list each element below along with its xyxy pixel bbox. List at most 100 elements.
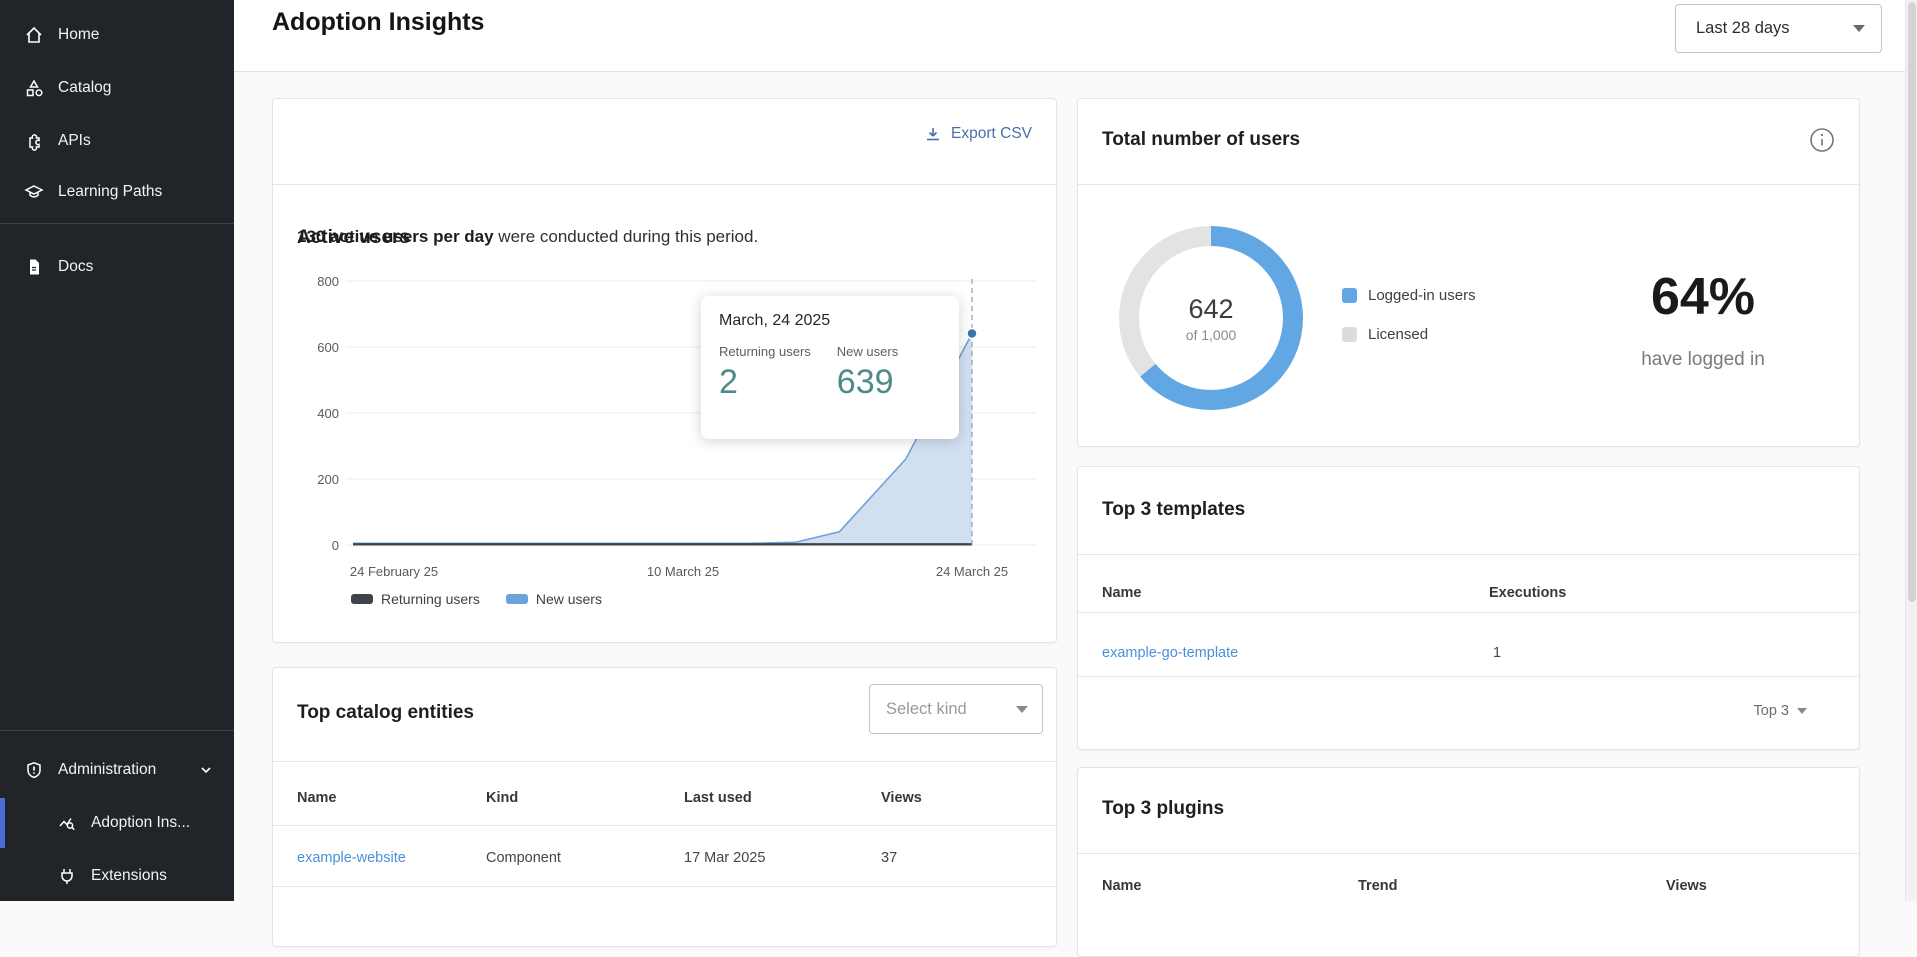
sidebar-item-catalog[interactable]: Catalog: [0, 66, 234, 110]
sidebar-item-label: Adoption Ins...: [91, 814, 190, 832]
chart-legend: Returning users New users: [351, 591, 602, 607]
table-divider: [1078, 676, 1859, 677]
kind-select[interactable]: Select kind: [869, 684, 1043, 734]
adoption-insights-icon: [57, 813, 77, 833]
tooltip-new-users: New users 639: [837, 344, 898, 402]
sidebar-item-home[interactable]: Home: [0, 13, 234, 57]
column-header-last-used: Last used: [684, 790, 752, 806]
page-scrollbar[interactable]: [1905, 0, 1917, 901]
page-title: Adoption Insights: [272, 8, 484, 37]
sidebar-item-label: APIs: [58, 132, 91, 150]
kind-select-value: Select kind: [886, 700, 967, 719]
column-header-trend: Trend: [1358, 878, 1397, 894]
sidebar-item-docs[interactable]: Docs: [0, 245, 234, 289]
sidebar-divider: [0, 730, 234, 731]
template-link[interactable]: example-go-template: [1102, 645, 1238, 661]
card-title: Top 3 templates: [1102, 499, 1245, 521]
table-divider: [273, 825, 1056, 826]
legend-label: New users: [536, 591, 602, 607]
legend-label: Licensed: [1368, 326, 1428, 343]
column-header-executions: Executions: [1489, 585, 1566, 601]
tooltip-returning-users: Returning users 2: [719, 344, 811, 402]
svg-text:24 March 25: 24 March 25: [936, 564, 1008, 579]
card-header-divider: [273, 184, 1056, 185]
sidebar-item-apis[interactable]: APIs: [0, 119, 234, 163]
legend-swatch: [1342, 327, 1357, 342]
sidebar-item-label: Catalog: [58, 79, 111, 97]
top-templates-card: Top 3 templates Name Executions example-…: [1077, 466, 1860, 750]
tooltip-value: 639: [837, 363, 898, 402]
extensions-icon: [57, 866, 77, 886]
percent-value: 64%: [1558, 267, 1848, 327]
svg-text:0: 0: [332, 538, 339, 553]
legend-logged-in-users: Logged-in users: [1342, 287, 1476, 304]
card-title: Top 3 plugins: [1102, 798, 1224, 820]
sidebar-item-administration[interactable]: Administration: [0, 748, 234, 792]
percent-block: 64% have logged in: [1558, 267, 1848, 371]
sidebar-item-label: Administration: [58, 761, 156, 779]
svg-text:600: 600: [317, 340, 339, 355]
total-users-card: Total number of users 642 of 1,000 Logge…: [1077, 98, 1860, 447]
catalog-icon: [24, 78, 44, 98]
page-header: [234, 0, 1917, 72]
svg-text:400: 400: [317, 406, 339, 421]
info-icon[interactable]: [1809, 127, 1835, 153]
top3-select[interactable]: Top 3: [1754, 703, 1807, 719]
chart-tooltip: March, 24 2025 Returning users 2 New use…: [701, 296, 959, 439]
donut-total: of 1,000: [1186, 327, 1237, 343]
download-icon: [924, 125, 942, 143]
card-title: Top catalog entities: [297, 702, 474, 724]
table-divider: [273, 886, 1056, 887]
percent-caption: have logged in: [1558, 349, 1848, 371]
administration-icon: [24, 760, 44, 780]
entity-kind: Component: [486, 850, 561, 866]
export-csv-button[interactable]: Export CSV: [924, 125, 1032, 143]
svg-text:10 March 25: 10 March 25: [647, 564, 719, 579]
sidebar: Home Catalog APIs Learning Paths Docs Ad…: [0, 0, 234, 901]
export-csv-label: Export CSV: [951, 125, 1032, 143]
legend-swatch: [506, 594, 528, 604]
column-header-views: Views: [1666, 878, 1707, 894]
sidebar-divider: [0, 223, 234, 224]
legend-swatch: [1342, 288, 1357, 303]
svg-text:24 February 25: 24 February 25: [350, 564, 438, 579]
column-header-name: Name: [1102, 878, 1142, 894]
column-header-kind: Kind: [486, 790, 518, 806]
legend-label: Logged-in users: [1368, 287, 1476, 304]
learning-paths-icon: [24, 182, 44, 202]
active-users-subtitle: 130 active users per day were conducted …: [297, 227, 758, 247]
column-header-name: Name: [1102, 585, 1142, 601]
chevron-down-icon: [198, 762, 214, 778]
donut-chart: 642 of 1,000: [1119, 226, 1303, 410]
sidebar-item-label: Extensions: [91, 867, 167, 885]
legend-label: Returning users: [381, 591, 480, 607]
donut-legend: Logged-in users Licensed: [1342, 287, 1476, 365]
caret-down-icon: [1016, 706, 1028, 713]
apis-icon: [24, 131, 44, 151]
legend-licensed: Licensed: [1342, 326, 1476, 343]
scrollbar-thumb[interactable]: [1908, 2, 1916, 602]
date-range-select[interactable]: Last 28 days: [1675, 4, 1882, 53]
tooltip-value: 2: [719, 363, 811, 402]
card-header-divider: [1078, 184, 1859, 185]
subtitle-rest: were conducted during this period.: [494, 227, 759, 246]
template-executions: 1: [1493, 645, 1501, 661]
home-icon: [24, 25, 44, 45]
caret-down-icon: [1797, 708, 1807, 714]
donut-value: 642: [1188, 294, 1233, 325]
top-catalog-entities-card: Top catalog entities Select kind Name Ki…: [272, 667, 1057, 947]
sidebar-item-adoption-insights[interactable]: Adoption Ins...: [0, 801, 234, 845]
entity-link[interactable]: example-website: [297, 850, 406, 866]
donut-center: 642 of 1,000: [1139, 246, 1283, 390]
card-header-divider: [1078, 853, 1859, 854]
date-range-value: Last 28 days: [1696, 19, 1790, 38]
entity-last-used: 17 Mar 2025: [684, 850, 765, 866]
svg-text:200: 200: [317, 472, 339, 487]
sidebar-item-label: Docs: [58, 258, 93, 276]
docs-icon: [24, 257, 44, 277]
column-header-views: Views: [881, 790, 922, 806]
legend-new-users: New users: [506, 591, 602, 607]
sidebar-item-learning-paths[interactable]: Learning Paths: [0, 170, 234, 214]
sidebar-item-extensions[interactable]: Extensions: [0, 854, 234, 898]
legend-swatch: [351, 594, 373, 604]
